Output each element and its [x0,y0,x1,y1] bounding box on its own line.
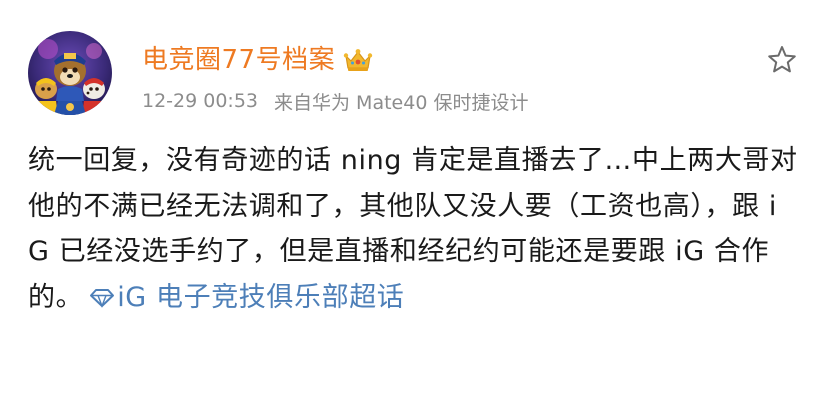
post-timestamp: 12-29 00:53 [142,90,259,112]
avatar-image [28,31,112,115]
post-content: 统一回复，没有奇迹的话 ning 肯定是直播去了…中上两大哥对他的不满已经无法调… [28,138,798,320]
post-source: 来自华为 Mate40 保时捷设计 [274,91,529,114]
author-name[interactable]: 电竞圈77号档案 [142,40,335,80]
author-avatar[interactable] [28,31,112,115]
diamond-icon [89,277,115,308]
star-icon[interactable] [766,44,798,76]
author-header: 电竞圈77号档案 [142,40,373,80]
topic-label: iG 电子竞技俱乐部超话 [117,281,405,313]
weibo-post-card: 电竞圈77号档案 12-29 00:53 来自华为 Mate40 保时捷设计 统… [0,0,828,408]
crown-icon [343,47,373,73]
post-meta: 12-29 00:53 来自华为 Mate40 保时捷设计 [142,86,528,116]
topic-link[interactable]: iG 电子竞技俱乐部超话 [83,282,404,313]
